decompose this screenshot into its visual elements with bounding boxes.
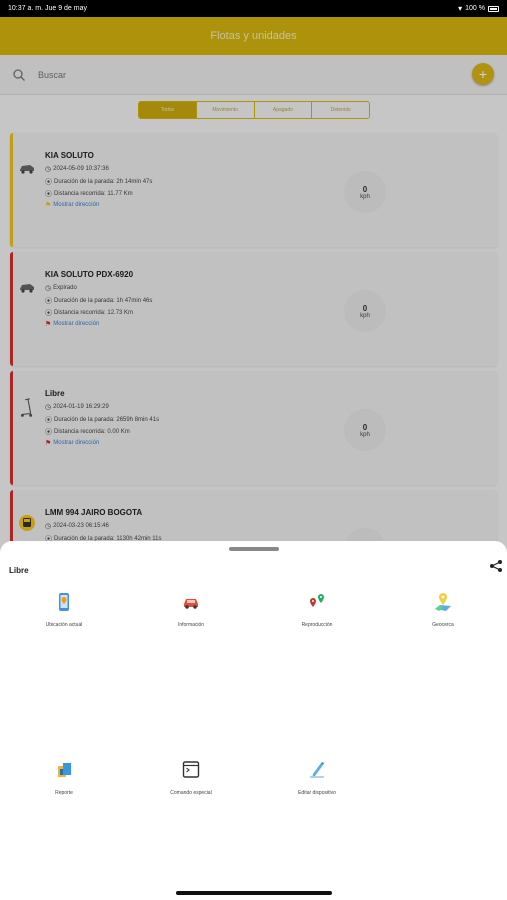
action-special-command[interactable]: Comando especial — [136, 760, 246, 796]
share-icon[interactable] — [489, 559, 503, 573]
red-car-icon — [184, 599, 198, 609]
report-icon — [58, 763, 71, 777]
home-indicator[interactable] — [176, 891, 332, 895]
phone-location-icon — [59, 593, 69, 611]
status-bar: 10:37 a. m. Jue 9 de may ▾ 100 % — [0, 0, 507, 17]
geofence-map-icon — [435, 593, 451, 611]
action-information[interactable]: Información — [136, 592, 246, 628]
battery-icon — [488, 5, 499, 12]
route-pins-icon — [310, 594, 324, 607]
sheet-title: Libre — [9, 566, 29, 575]
action-report[interactable]: Reporte — [9, 760, 119, 796]
action-current-location[interactable]: Ubicación actual — [9, 592, 119, 628]
battery-percent: 100 % — [465, 5, 485, 12]
status-time-date: 10:37 a. m. Jue 9 de may — [8, 5, 87, 12]
sheet-drag-handle[interactable] — [229, 547, 279, 551]
edit-pencil-icon — [310, 762, 324, 778]
actions-bottom-sheet: Libre Ubicación actual Información Repro… — [0, 541, 507, 900]
terminal-icon — [182, 761, 200, 778]
action-edit-device[interactable]: Editar dispositivo — [262, 760, 372, 796]
action-playback[interactable]: Reproducción — [262, 592, 372, 628]
action-geofence[interactable]: Geocerca — [388, 592, 498, 628]
wifi-icon: ▾ — [458, 4, 463, 13]
